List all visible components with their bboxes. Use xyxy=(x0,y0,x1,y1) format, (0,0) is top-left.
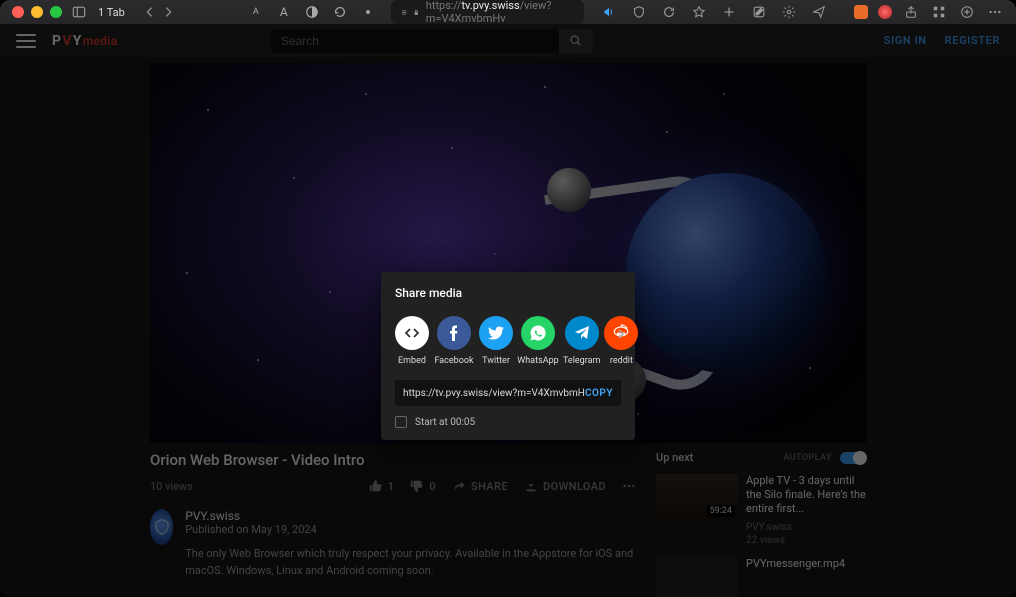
channel-row: PVY.swiss Published on May 19, 2024 The … xyxy=(150,509,636,579)
settings-gear-icon[interactable] xyxy=(780,4,798,20)
maximize-window-button[interactable] xyxy=(50,6,62,18)
browser-titlebar: 1 Tab A A https://tv.pvy.swiss/view?m=V4… xyxy=(0,0,1016,24)
refresh-icon[interactable] xyxy=(331,4,349,20)
channel-name[interactable]: PVY.swiss xyxy=(185,509,636,523)
video-graphic-globe xyxy=(626,173,826,373)
grid-icon[interactable] xyxy=(930,4,948,20)
video-description: The only Web Browser which truly respect… xyxy=(185,546,636,579)
recommendation-title: Apple TV - 3 days until the Silo finale.… xyxy=(746,474,866,515)
below-video: Orion Web Browser - Video Intro 10 views… xyxy=(0,443,1016,597)
share-button[interactable]: SHARE xyxy=(452,479,508,493)
start-at-label: Start at 00:05 xyxy=(415,417,475,428)
traffic-lights xyxy=(12,6,62,18)
send-icon[interactable] xyxy=(810,4,828,20)
text-large-icon[interactable]: A xyxy=(275,4,293,20)
share-url-text[interactable]: https://tv.pvy.swiss/view?m=V4XmvbmHv xyxy=(403,388,585,399)
url-text: https://tv.pvy.swiss/view?m=V4XmvbmHv xyxy=(426,0,574,25)
menu-button[interactable] xyxy=(16,34,36,48)
reload-icon[interactable] xyxy=(660,4,678,20)
search-input[interactable] xyxy=(271,29,559,53)
tab-count-label: 1 Tab xyxy=(98,6,125,19)
close-window-button[interactable] xyxy=(12,6,24,18)
autoplay-toggle[interactable] xyxy=(840,452,866,464)
sidebar-toggle-icon[interactable] xyxy=(70,4,88,20)
recommendation-item[interactable]: 59:24 Apple TV - 3 days until the Silo f… xyxy=(656,474,866,547)
compose-icon[interactable] xyxy=(750,4,768,20)
share-modal-title: Share media xyxy=(395,286,621,300)
start-at-checkbox[interactable] xyxy=(395,416,407,428)
video-graphic-orb xyxy=(547,168,591,212)
download-button[interactable]: DOWNLOAD xyxy=(524,479,606,493)
share-url-box: https://tv.pvy.swiss/view?m=V4XmvbmHv CO… xyxy=(395,380,621,406)
search-button[interactable] xyxy=(559,29,593,53)
video-actions: 1 0 SHARE DOWNLOAD xyxy=(369,479,636,493)
share-telegram-button[interactable] xyxy=(565,316,599,350)
recommendation-views: 22 views xyxy=(746,534,866,547)
share-icon[interactable] xyxy=(902,4,920,20)
contrast-icon[interactable] xyxy=(303,4,321,20)
register-link[interactable]: REGISTER xyxy=(945,34,1000,47)
browser-window: 1 Tab A A https://tv.pvy.swiss/view?m=V4… xyxy=(0,0,1016,597)
video-info: Orion Web Browser - Video Intro 10 views… xyxy=(150,451,636,597)
minimize-window-button[interactable] xyxy=(31,6,43,18)
share-facebook-button[interactable] xyxy=(437,316,471,350)
sidebar-upnext: Up next AUTOPLAY 59:24 Apple TV - 3 days… xyxy=(656,451,866,597)
more-actions-button[interactable] xyxy=(622,479,636,493)
upnext-label: Up next xyxy=(656,451,775,464)
recommendation-thumbnail: 59:24 xyxy=(656,474,738,520)
site-logo[interactable]: PVYmedia xyxy=(52,33,117,49)
share-whatsapp-button[interactable] xyxy=(521,316,555,350)
bookmark-icon[interactable] xyxy=(690,4,708,20)
recommendation-item[interactable]: PVYmessenger.mp4 xyxy=(656,557,866,597)
page-content: PVYmedia SIGN IN REGISTER xyxy=(0,24,1016,597)
like-button[interactable]: 1 xyxy=(369,479,395,493)
video-views: 10 views xyxy=(150,480,369,493)
share-twitter-button[interactable] xyxy=(479,316,513,350)
start-at-row: Start at 00:05 xyxy=(395,416,621,428)
channel-avatar[interactable] xyxy=(150,509,173,545)
auth-links: SIGN IN REGISTER xyxy=(884,34,1000,47)
video-title: Orion Web Browser - Video Intro xyxy=(150,451,636,469)
share-embed-button[interactable] xyxy=(395,316,429,350)
recommendation-title: PVYmessenger.mp4 xyxy=(746,557,866,571)
sound-icon[interactable] xyxy=(600,4,618,20)
add-icon[interactable] xyxy=(720,4,738,20)
url-bar[interactable]: https://tv.pvy.swiss/view?m=V4XmvbmHv xyxy=(391,0,584,24)
site-indicator-icon[interactable] xyxy=(359,4,377,20)
nav-back-button[interactable] xyxy=(141,4,159,20)
dislike-button[interactable]: 0 xyxy=(410,479,436,493)
search-form xyxy=(271,29,593,53)
copy-button[interactable]: COPY xyxy=(585,388,613,399)
share-options: Embed Facebook Twitter WhatsApp Telegram xyxy=(395,316,621,366)
recommendation-channel: PVY.swiss xyxy=(746,521,866,534)
text-small-icon[interactable]: A xyxy=(247,4,265,20)
extension-2-icon[interactable] xyxy=(878,5,892,19)
reader-icon xyxy=(401,8,407,17)
new-tab-icon[interactable] xyxy=(958,4,976,20)
share-next-button[interactable] xyxy=(613,326,629,342)
autoplay-label: AUTOPLAY xyxy=(783,453,832,463)
publish-date: Published on May 19, 2024 xyxy=(185,523,636,536)
nav-forward-button[interactable] xyxy=(159,4,177,20)
extension-1-icon[interactable] xyxy=(854,5,868,19)
sign-in-link[interactable]: SIGN IN xyxy=(884,34,927,47)
share-modal: Share media Embed Facebook Twitter Whats… xyxy=(381,272,635,440)
site-header: PVYmedia SIGN IN REGISTER xyxy=(0,24,1016,57)
more-icon[interactable] xyxy=(986,4,1004,20)
lock-icon xyxy=(413,8,419,17)
shield-icon[interactable] xyxy=(630,4,648,20)
recommendation-thumbnail xyxy=(656,557,738,597)
